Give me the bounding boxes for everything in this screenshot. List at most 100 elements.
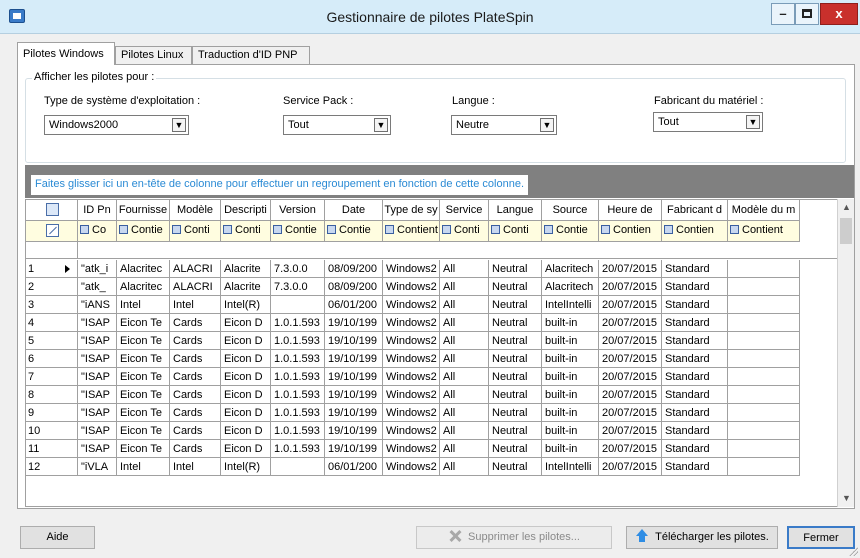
table-cell-version[interactable]: 1.0.1.593 <box>271 314 325 332</box>
table-cell-description[interactable]: Eicon D <box>221 422 271 440</box>
table-cell-service-pack[interactable]: All <box>440 422 489 440</box>
table-cell-model[interactable]: Cards <box>170 440 221 458</box>
table-cell-source[interactable]: built-in <box>542 314 599 332</box>
resize-grip[interactable] <box>848 546 858 556</box>
table-cell-manufacturer[interactable]: Standard <box>662 260 728 278</box>
table-cell-language[interactable]: Neutral <box>489 458 542 476</box>
row-header[interactable]: 11 <box>26 440 78 458</box>
filter-cell-language[interactable]: Conti <box>489 221 542 242</box>
table-cell-service-pack[interactable]: All <box>440 458 489 476</box>
table-cell-time[interactable]: 20/07/2015 <box>599 422 662 440</box>
table-cell-id-pnp[interactable]: "ISAP <box>78 422 117 440</box>
filter-operator-icon[interactable] <box>80 225 89 234</box>
table-cell-time[interactable]: 20/07/2015 <box>599 314 662 332</box>
tab-pnp-id-translation[interactable]: Traduction d'ID PNP <box>192 46 310 64</box>
row-header[interactable]: 2 <box>26 278 78 296</box>
table-cell-service-pack[interactable]: All <box>440 404 489 422</box>
column-header-manufacturer[interactable]: Fabricant d <box>662 200 728 221</box>
column-header-version[interactable]: Version <box>271 200 325 221</box>
filter-cell-source[interactable]: Contie <box>542 221 599 242</box>
table-cell-manufacturer[interactable]: Standard <box>662 458 728 476</box>
table-cell-source[interactable]: IntelIntelli <box>542 296 599 314</box>
table-cell-provider[interactable]: Eicon Te <box>117 314 170 332</box>
filter-cell-model[interactable]: Conti <box>170 221 221 242</box>
table-cell-version[interactable] <box>271 458 325 476</box>
table-cell-source[interactable]: built-in <box>542 386 599 404</box>
table-cell-os-type[interactable]: Windows2 <box>383 260 440 278</box>
table-cell-hardware-model[interactable] <box>728 314 800 332</box>
table-cell-time[interactable]: 20/07/2015 <box>599 260 662 278</box>
table-cell-language[interactable]: Neutral <box>489 332 542 350</box>
table-cell-provider[interactable]: Eicon Te <box>117 422 170 440</box>
column-header-date[interactable]: Date <box>325 200 383 221</box>
table-cell-time[interactable]: 20/07/2015 <box>599 386 662 404</box>
table-cell-provider[interactable]: Intel <box>117 296 170 314</box>
table-cell-source[interactable]: IntelIntelli <box>542 458 599 476</box>
table-cell-os-type[interactable]: Windows2 <box>383 404 440 422</box>
filter-cell-id-pnp[interactable]: Co <box>78 221 117 242</box>
table-cell-hardware-model[interactable] <box>728 260 800 278</box>
table-cell-source[interactable]: built-in <box>542 440 599 458</box>
table-cell-id-pnp[interactable]: "ISAP <box>78 440 117 458</box>
table-cell-version[interactable]: 1.0.1.593 <box>271 350 325 368</box>
table-cell-service-pack[interactable]: All <box>440 332 489 350</box>
filter-operator-icon[interactable] <box>544 225 553 234</box>
manufacturer-select[interactable]: Tout ▼ <box>653 112 763 132</box>
table-cell-os-type[interactable]: Windows2 <box>383 278 440 296</box>
scroll-thumb[interactable] <box>840 218 852 244</box>
row-header[interactable]: 3 <box>26 296 78 314</box>
table-cell-service-pack[interactable]: All <box>440 368 489 386</box>
table-cell-date[interactable]: 19/10/199 <box>325 386 383 404</box>
table-cell-hardware-model[interactable] <box>728 296 800 314</box>
table-cell-hardware-model[interactable] <box>728 386 800 404</box>
table-cell-date[interactable]: 08/09/200 <box>325 260 383 278</box>
filter-cell-service-pack[interactable]: Conti <box>440 221 489 242</box>
row-header[interactable]: 4 <box>26 314 78 332</box>
table-cell-manufacturer[interactable]: Standard <box>662 314 728 332</box>
table-cell-description[interactable]: Intel(R) <box>221 458 271 476</box>
table-cell-date[interactable]: 19/10/199 <box>325 422 383 440</box>
table-cell-model[interactable]: Cards <box>170 350 221 368</box>
table-cell-id-pnp[interactable]: "ISAP <box>78 314 117 332</box>
table-cell-id-pnp[interactable]: "ISAP <box>78 332 117 350</box>
table-cell-date[interactable]: 06/01/200 <box>325 296 383 314</box>
filter-cell-date[interactable]: Contie <box>325 221 383 242</box>
table-cell-id-pnp[interactable]: "iVLA <box>78 458 117 476</box>
table-cell-description[interactable]: Eicon D <box>221 368 271 386</box>
table-cell-os-type[interactable]: Windows2 <box>383 314 440 332</box>
scroll-up-icon[interactable]: ▲ <box>838 199 855 216</box>
table-cell-hardware-model[interactable] <box>728 332 800 350</box>
table-cell-description[interactable]: Eicon D <box>221 314 271 332</box>
table-cell-time[interactable]: 20/07/2015 <box>599 350 662 368</box>
table-cell-date[interactable]: 19/10/199 <box>325 350 383 368</box>
table-cell-source[interactable]: Alacritech <box>542 260 599 278</box>
table-cell-manufacturer[interactable]: Standard <box>662 422 728 440</box>
clear-filter-cell[interactable] <box>26 221 78 242</box>
table-cell-date[interactable]: 19/10/199 <box>325 368 383 386</box>
upload-drivers-button[interactable]: Télécharger les pilotes. <box>626 526 778 549</box>
table-cell-hardware-model[interactable] <box>728 350 800 368</box>
table-cell-source[interactable]: built-in <box>542 404 599 422</box>
filter-operator-icon[interactable] <box>730 225 739 234</box>
table-cell-service-pack[interactable]: All <box>440 314 489 332</box>
table-cell-model[interactable]: ALACRI <box>170 278 221 296</box>
filter-operator-icon[interactable] <box>385 225 394 234</box>
table-cell-language[interactable]: Neutral <box>489 296 542 314</box>
table-cell-description[interactable]: Eicon D <box>221 440 271 458</box>
table-cell-os-type[interactable]: Windows2 <box>383 350 440 368</box>
filter-cell-description[interactable]: Conti <box>221 221 271 242</box>
filter-operator-icon[interactable] <box>601 225 610 234</box>
filter-operator-icon[interactable] <box>119 225 128 234</box>
table-cell-os-type[interactable]: Windows2 <box>383 422 440 440</box>
table-cell-version[interactable]: 7.3.0.0 <box>271 278 325 296</box>
filter-operator-icon[interactable] <box>442 225 451 234</box>
delete-drivers-button[interactable]: Supprimer les pilotes... <box>416 526 612 549</box>
filter-cell-manufacturer[interactable]: Contien <box>662 221 728 242</box>
table-cell-hardware-model[interactable] <box>728 440 800 458</box>
table-cell-manufacturer[interactable]: Standard <box>662 296 728 314</box>
table-cell-version[interactable]: 1.0.1.593 <box>271 422 325 440</box>
table-cell-description[interactable]: Eicon D <box>221 350 271 368</box>
table-cell-provider[interactable]: Intel <box>117 458 170 476</box>
table-cell-description[interactable]: Alacrite <box>221 278 271 296</box>
minimize-button[interactable]: – <box>771 3 795 25</box>
